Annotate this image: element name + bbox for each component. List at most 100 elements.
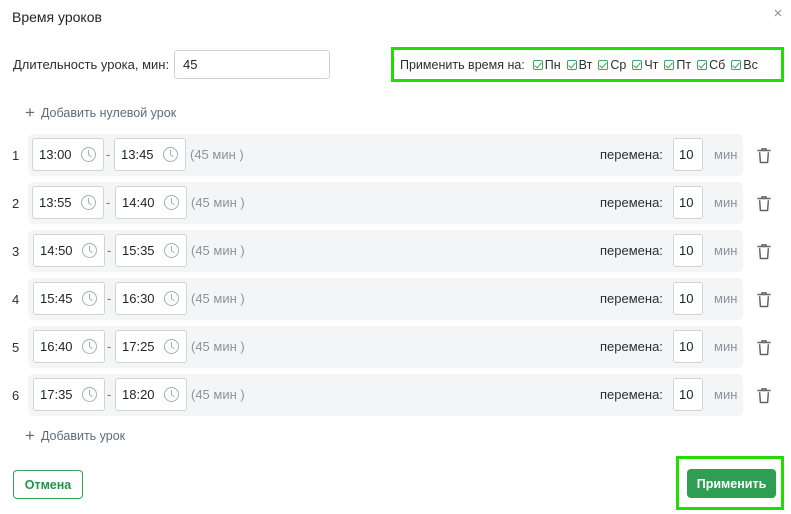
trash-icon[interactable]	[757, 195, 771, 212]
clock-icon[interactable]	[164, 243, 179, 258]
clock-icon[interactable]	[81, 147, 96, 162]
lesson-number: 5	[12, 340, 20, 355]
break-unit: мин	[714, 195, 738, 210]
lesson-end-time[interactable]: 14:40	[115, 186, 187, 219]
trash-icon[interactable]	[757, 243, 771, 260]
clock-icon[interactable]	[164, 387, 179, 402]
lesson-end-time[interactable]: 17:25	[115, 330, 187, 363]
clock-icon[interactable]	[82, 243, 97, 258]
trash-icon[interactable]	[757, 387, 771, 404]
break-unit: мин	[714, 387, 738, 402]
clock-icon[interactable]	[163, 147, 178, 162]
clock-icon[interactable]	[164, 339, 179, 354]
trash-icon[interactable]	[757, 147, 771, 164]
break-value: 10	[679, 291, 694, 306]
lesson-end-time[interactable]: 15:35	[115, 234, 187, 267]
lesson-start-time[interactable]: 15:45	[33, 282, 105, 315]
add-lesson-link[interactable]: + Добавить урок	[25, 426, 126, 445]
lesson-start-time[interactable]: 14:50	[33, 234, 105, 267]
lesson-end-time[interactable]: 16:30	[115, 282, 187, 315]
day-checkbox-tue[interactable]: Вт	[566, 57, 593, 72]
end-time-value: 18:20	[122, 387, 155, 402]
lesson-duration-text: (45 мин )	[191, 339, 245, 354]
lesson-end-time[interactable]: 13:45	[114, 138, 186, 171]
lesson-duration-text: (45 мин )	[191, 243, 245, 258]
close-icon[interactable]: ×	[770, 5, 786, 23]
break-minutes-input[interactable]: 10	[673, 282, 703, 315]
clock-icon[interactable]	[82, 291, 97, 306]
break-value: 10	[679, 147, 694, 162]
day-label: Вт	[578, 57, 593, 72]
dialog-title: Время уроков	[12, 9, 102, 25]
break-unit: мин	[714, 147, 738, 162]
start-time-value: 14:50	[40, 243, 73, 258]
break-label: перемена:	[600, 339, 663, 354]
start-time-value: 16:40	[40, 339, 73, 354]
trash-icon[interactable]	[757, 291, 771, 308]
cancel-button[interactable]: Отмена	[13, 470, 83, 499]
break-minutes-input[interactable]: 10	[673, 138, 703, 171]
time-separator: -	[106, 147, 111, 162]
time-separator: -	[107, 243, 112, 258]
lesson-start-time[interactable]: 13:55	[32, 186, 104, 219]
break-label: перемена:	[600, 195, 663, 210]
checkbox-checked-icon	[697, 59, 708, 70]
lesson-duration-input[interactable]	[174, 50, 330, 79]
end-time-value: 17:25	[122, 339, 155, 354]
lesson-number: 6	[12, 388, 20, 403]
day-label: Ср	[610, 57, 627, 72]
day-checkbox-sun[interactable]: Вс	[731, 58, 758, 72]
break-minutes-input[interactable]: 10	[673, 234, 703, 267]
break-value: 10	[679, 339, 694, 354]
lesson-duration-text: (45 мин )	[190, 147, 244, 162]
apply-button[interactable]: Применить	[687, 469, 776, 498]
checkbox-checked-icon	[598, 59, 609, 70]
end-time-value: 14:40	[122, 195, 155, 210]
add-zero-lesson-label: Добавить нулевой урок	[40, 106, 177, 120]
lesson-duration-text: (45 мин )	[191, 195, 245, 210]
lesson-row: 16:40 -17:25 (45 мин ) перемена: 10 мин	[28, 326, 743, 368]
checkbox-checked-icon	[532, 59, 543, 70]
clock-icon[interactable]	[164, 195, 179, 210]
break-label: перемена:	[600, 387, 663, 402]
lesson-number: 3	[12, 244, 20, 259]
lesson-start-time[interactable]: 13:00	[32, 138, 104, 171]
lesson-row: 13:00 -13:45 (45 мин ) перемена: 10 мин	[28, 134, 743, 176]
end-time-value: 15:35	[122, 243, 155, 258]
break-minutes-input[interactable]: 10	[673, 378, 703, 411]
day-checkbox-mon[interactable]: Пн	[532, 57, 561, 72]
day-checkbox-thu[interactable]: Чт	[632, 58, 658, 72]
break-label: перемена:	[600, 243, 663, 258]
plus-icon: +	[25, 103, 35, 122]
clock-icon[interactable]	[81, 195, 96, 210]
trash-icon[interactable]	[757, 339, 771, 356]
lesson-row: 15:45 -16:30 (45 мин ) перемена: 10 мин	[28, 278, 743, 320]
lesson-duration-label: Длительность урока, мин:	[13, 57, 170, 72]
add-zero-lesson-link[interactable]: + Добавить нулевой урок	[25, 103, 177, 122]
clock-icon[interactable]	[82, 339, 97, 354]
apply-button-highlight: Применить	[676, 456, 784, 510]
day-checkbox-wed[interactable]: Ср	[598, 58, 626, 72]
day-label: Чт	[644, 57, 659, 72]
break-value: 10	[679, 243, 694, 258]
day-checkbox-fri[interactable]: Пт	[664, 58, 691, 72]
clock-icon[interactable]	[164, 291, 179, 306]
lesson-number: 1	[12, 148, 20, 163]
lesson-times-dialog: Время уроков × Длительность урока, мин: …	[0, 0, 791, 514]
lesson-start-time[interactable]: 17:35	[33, 378, 105, 411]
break-value: 10	[679, 195, 694, 210]
lesson-end-time[interactable]: 18:20	[115, 378, 187, 411]
break-minutes-input[interactable]: 10	[673, 186, 703, 219]
apply-days-group: Применить время на: Пн Вт Ср Чт Пт Сб Вс	[391, 47, 784, 82]
lesson-number: 4	[12, 292, 20, 307]
plus-icon: +	[25, 426, 35, 445]
lesson-row: 14:50 -15:35 (45 мин ) перемена: 10 мин	[28, 230, 743, 272]
lesson-start-time[interactable]: 16:40	[33, 330, 105, 363]
add-lesson-label: Добавить урок	[40, 429, 126, 443]
day-label: Пн	[544, 57, 561, 72]
day-checkbox-sat[interactable]: Сб	[697, 58, 725, 72]
end-time-value: 16:30	[122, 291, 155, 306]
checkbox-checked-icon	[731, 59, 742, 70]
break-minutes-input[interactable]: 10	[673, 330, 703, 363]
clock-icon[interactable]	[82, 387, 97, 402]
